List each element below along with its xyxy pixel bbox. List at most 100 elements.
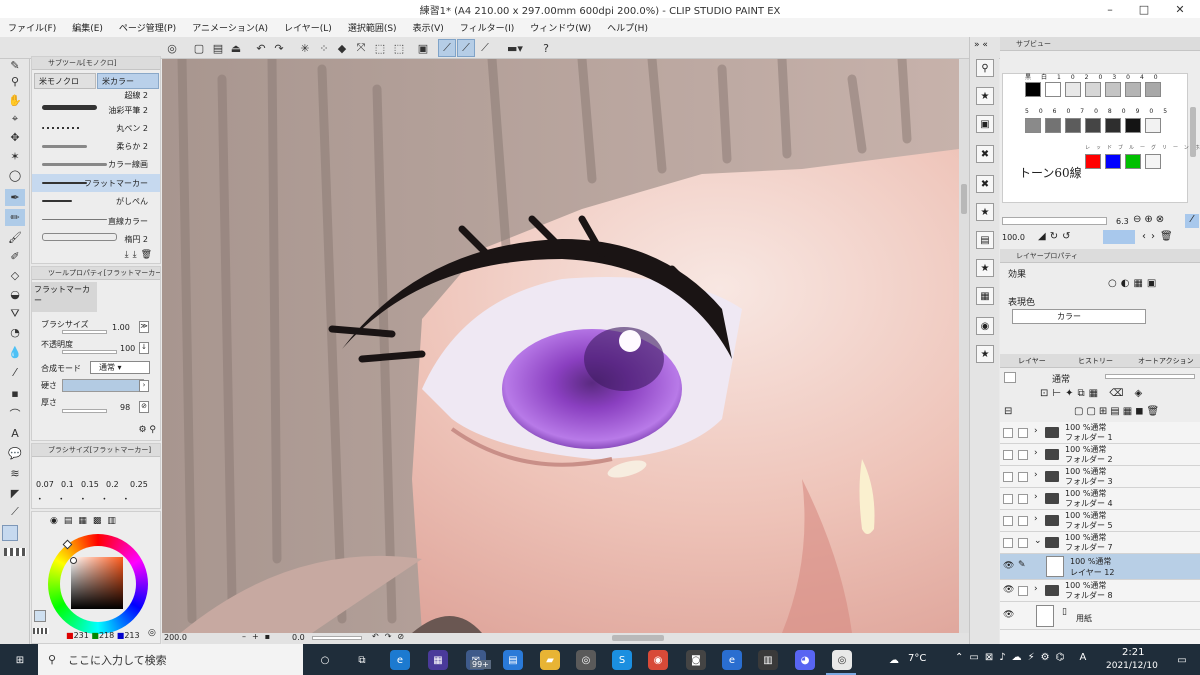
flip-toggle-icon[interactable]	[1103, 230, 1135, 244]
subtool-actions-icon[interactable]: ⤓⤓🗑	[125, 250, 156, 260]
material-icon[interactable]: ▣	[976, 115, 994, 133]
eraser-icon[interactable]: ◇	[5, 267, 25, 284]
layer-settings-icon[interactable]: ⊟	[1004, 406, 1012, 417]
close-button[interactable]: ✕	[1160, 0, 1200, 18]
brush-size-value[interactable]: 1.00	[112, 323, 130, 332]
app-icon[interactable]: ▦	[428, 650, 448, 670]
correct-icon[interactable]: ◤	[5, 485, 25, 502]
layer-opacity-slider[interactable]	[1105, 374, 1195, 379]
maximize-button[interactable]: □	[1124, 0, 1164, 18]
hardness-expand-icon[interactable]: ›	[139, 380, 149, 392]
redo-icon[interactable]: ↷	[270, 39, 288, 57]
subview-zoom-value[interactable]: 6.3	[1116, 217, 1129, 226]
taskbar-search-box[interactable]: ⚲ ここに入力して検索	[38, 644, 303, 675]
pen-icon[interactable]: ✒	[5, 189, 25, 206]
star2-icon[interactable]: ★	[976, 203, 994, 221]
menu-edit[interactable]: 編集(E)	[64, 21, 111, 34]
figure-icon[interactable]: ⌒	[5, 405, 25, 422]
layer-color-box[interactable]	[1004, 372, 1016, 383]
subtool-item[interactable]: カラー線画	[32, 155, 160, 173]
brush-size-slider[interactable]	[62, 330, 107, 334]
subtool-item[interactable]: 油彩平筆 2	[32, 101, 160, 119]
rotation-value[interactable]: 0.0	[292, 633, 305, 642]
tab-mono[interactable]: 米モノクロ	[34, 73, 96, 89]
thickness-slider[interactable]	[62, 409, 107, 413]
store-icon[interactable]: ▥	[758, 650, 778, 670]
collapse-icon[interactable]: » «	[974, 40, 988, 50]
fill-bucket-icon[interactable]: ⛛	[5, 305, 25, 322]
clock-date[interactable]: 2021/12/10	[1106, 661, 1158, 671]
brush-size-option[interactable]: 0.1	[61, 480, 74, 489]
layer-row[interactable]: › 100 %通常 フォルダー 5	[1000, 510, 1200, 532]
deselect-icon[interactable]: ⬚	[371, 39, 389, 57]
layer-row[interactable]: › 100 %通常 フォルダー 3	[1000, 466, 1200, 488]
current-color-swatch[interactable]	[34, 610, 46, 622]
zoom-icon[interactable]: ⚲	[5, 73, 25, 90]
help-icon[interactable]: ?	[537, 39, 555, 57]
brush-size-option[interactable]: 0.07	[36, 480, 54, 489]
ruler-icon[interactable]: ⟋	[476, 39, 494, 57]
transform-icon[interactable]: ⤧	[352, 39, 370, 57]
hscroll-thumb[interactable]	[612, 635, 664, 641]
brush-icon[interactable]: 🖌	[5, 229, 25, 246]
tool-settings-icon[interactable]: ⚙ ⚲	[138, 425, 156, 435]
canvas-vertical-scrollbar[interactable]	[959, 59, 969, 633]
tab-layer[interactable]: レイヤー	[1018, 356, 1046, 366]
blend-mode-select[interactable]: 通常 ▾	[90, 361, 150, 374]
pen-mini-icon[interactable]: ✎	[5, 57, 25, 74]
main-color-swatch[interactable]	[2, 525, 18, 541]
text-icon[interactable]: A	[5, 425, 25, 442]
menu-help[interactable]: ヘルプ(H)	[599, 21, 656, 34]
operation-icon[interactable]: ⌖	[5, 110, 25, 127]
subview-zoom-slider[interactable]	[1002, 217, 1107, 225]
auto-select-icon[interactable]: ✶	[5, 148, 25, 165]
lasso-icon[interactable]: ◯	[5, 167, 25, 184]
layer-row[interactable]: › 100 %通常 フォルダー 4	[1000, 488, 1200, 510]
ruler-dropdown-icon[interactable]: ▬▾	[502, 39, 528, 57]
thickness-toggle-icon[interactable]: ⊘	[139, 401, 149, 413]
new-file-icon[interactable]: ▢	[190, 39, 208, 57]
blend-mode-value[interactable]: 通常	[1052, 372, 1070, 385]
clear-icon[interactable]: ✳	[296, 39, 314, 57]
pen-small-icon[interactable]: ⟋	[5, 503, 25, 520]
color-panel-tabs-icon[interactable]: ◉▤▦▩▥	[50, 516, 122, 526]
layer-search-icon[interactable]: ▤	[976, 231, 994, 249]
notification-icon[interactable]: ▭	[1172, 650, 1192, 670]
opacity-value[interactable]: 100	[120, 344, 135, 353]
move-layer-icon[interactable]: ✥	[5, 129, 25, 146]
star3-icon[interactable]: ★	[976, 259, 994, 277]
open-file-icon[interactable]: ▤	[209, 39, 227, 57]
saturation-value-square[interactable]	[71, 557, 123, 609]
brush-size-option[interactable]: 0.25	[130, 480, 148, 489]
layer-row[interactable]: › 100 %通常 フォルダー 1	[1000, 422, 1200, 444]
camera-icon[interactable]: ◙	[686, 650, 706, 670]
layer-row[interactable]: ⌄ 100 %通常 フォルダー 7	[1000, 532, 1200, 554]
clock-time[interactable]: 2:21	[1122, 647, 1144, 658]
pressure-toggle-icon[interactable]: ≫	[139, 321, 149, 333]
subview-controls-icon[interactable]: ◢↻↺	[1038, 231, 1074, 242]
edge-icon[interactable]: e	[390, 650, 410, 670]
menu-page[interactable]: ページ管理(P)	[111, 21, 184, 34]
grid-icon[interactable]: ▦	[976, 287, 994, 305]
invert-selection-icon[interactable]: ⬚	[390, 39, 408, 57]
clip-studio-icon[interactable]: ◎	[163, 39, 181, 57]
opacity-pressure-icon[interactable]: ↓	[139, 342, 149, 354]
tab-auto-action[interactable]: オートアクション	[1138, 356, 1194, 366]
menu-layer[interactable]: レイヤー(L)	[276, 21, 340, 34]
brush-size-option[interactable]: 0.2	[106, 480, 119, 489]
star4-icon[interactable]: ★	[976, 345, 994, 363]
gradient-icon[interactable]: ◔	[5, 324, 25, 341]
stabilizer-2-icon[interactable]: ⟋	[457, 39, 475, 57]
menu-animation[interactable]: アニメーション(A)	[184, 21, 276, 34]
subview-scrollbar[interactable]	[1190, 107, 1196, 157]
airbrush-icon[interactable]: ✐	[5, 248, 25, 265]
menu-view[interactable]: 表示(V)	[405, 21, 452, 34]
ie-icon[interactable]: e	[722, 650, 742, 670]
opacity-slider[interactable]	[62, 350, 117, 354]
rotation-slider[interactable]	[312, 636, 362, 640]
zoom-controls-icon[interactable]: –+▪	[242, 632, 276, 641]
rotation-controls-icon[interactable]: ↶↷⊘	[372, 632, 410, 641]
clip-studio-active-icon[interactable]: ◎	[832, 650, 852, 670]
fill-icon[interactable]: ◆	[333, 39, 351, 57]
info-icon[interactable]: ◉	[976, 317, 994, 335]
